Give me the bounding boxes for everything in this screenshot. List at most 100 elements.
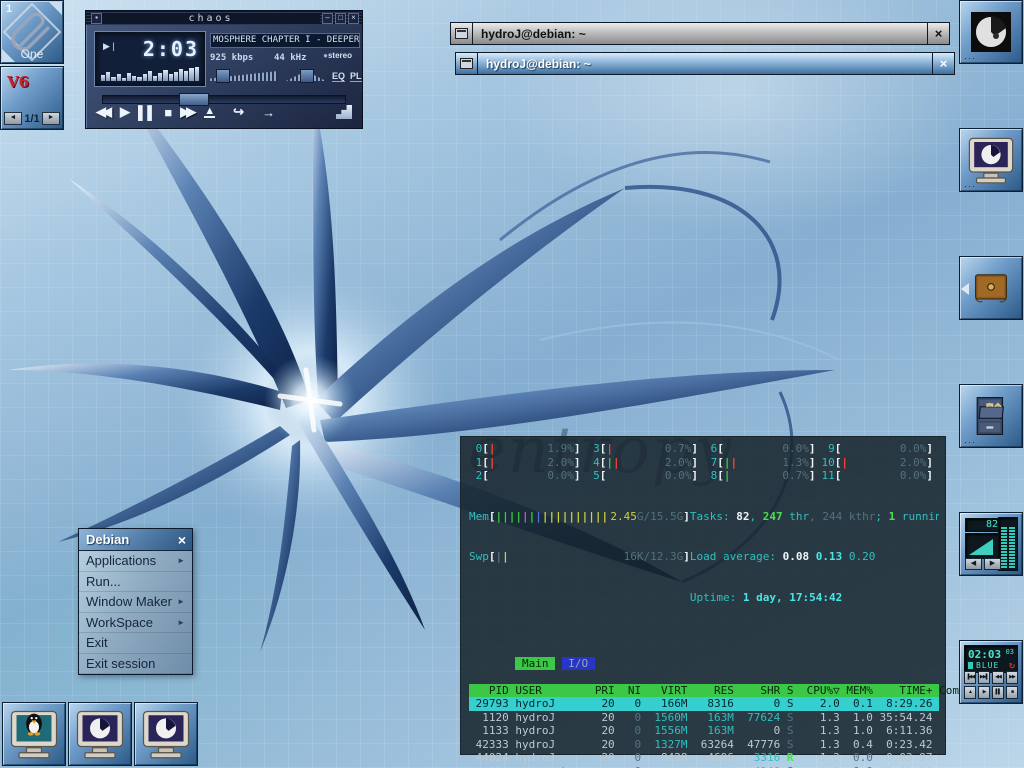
- xmms-shade-button[interactable]: □: [335, 13, 346, 24]
- eject-button[interactable]: ▲: [204, 106, 215, 118]
- cpu-meter: 1[|2.0%]: [469, 456, 587, 470]
- menu-item-exit[interactable]: Exit: [79, 633, 192, 654]
- terminal1-miniaturize-button[interactable]: [451, 23, 473, 44]
- text-run: |: [606, 442, 613, 455]
- menu-item-applications[interactable]: Applications►: [79, 551, 192, 572]
- text-run: [: [717, 456, 724, 470]
- pause-button[interactable]: ▌▌: [138, 105, 156, 120]
- cell: /usr/lib/xorg: [933, 711, 940, 725]
- tab-io[interactable]: I/O: [562, 657, 595, 670]
- clip-arrow-next[interactable]: [49, 2, 62, 15]
- cpu-percent: 0.0%: [893, 442, 926, 456]
- process-table-header[interactable]: PIDUSERPRINIVIRTRESSHRSCPU%▽MEM%TIME+Com…: [469, 684, 939, 698]
- mixer-next-channel-button[interactable]: ▶: [984, 558, 1001, 570]
- terminal2-miniaturize-button[interactable]: [456, 53, 478, 74]
- miniwindow-terminal-2[interactable]: [134, 702, 198, 766]
- process-row[interactable]: 29793hydroJ200166M83160S2.00.18:29.26wmu…: [469, 697, 939, 711]
- transport-controls: ◀◀ ▶ ▌▌ ■ ▶▶ ▲ ↪ →: [96, 102, 352, 122]
- cpu-id: 3: [587, 442, 600, 456]
- cell: 63264: [688, 738, 734, 752]
- next-button[interactable]: ▶▶: [180, 104, 196, 120]
- repeat-button[interactable]: →: [262, 105, 275, 120]
- htop-terminal-window[interactable]: 0[|1.9%]3[|0.7%]6[0.0%]9[0.0%]1[|2.0%]4[…: [460, 436, 946, 755]
- volume-knob[interactable]: [216, 69, 230, 83]
- text-run: |: [841, 456, 848, 469]
- previous-button[interactable]: ◀◀: [96, 104, 112, 120]
- winamp-mode-icon[interactable]: [336, 105, 352, 119]
- workspace-number: 1: [6, 3, 12, 15]
- menu-titlebar[interactable]: Debian ×: [79, 529, 192, 551]
- wmusic-play-button[interactable]: ▶: [978, 686, 990, 699]
- terminal2-close-button[interactable]: ×: [932, 53, 954, 74]
- drawer-collapse-arrow-icon[interactable]: [961, 283, 969, 295]
- terminal1-close-button[interactable]: ×: [927, 23, 949, 44]
- cell: 8316: [688, 697, 734, 711]
- cell: 8428: [641, 751, 687, 765]
- wmusic-prev-button[interactable]: ▐◀◀: [964, 671, 976, 684]
- mixer-prev-channel-button[interactable]: ◀: [965, 558, 982, 570]
- menu-item-exit-session[interactable]: Exit session: [79, 654, 192, 675]
- dock-tile-wmusic[interactable]: 02:03 03 BLUE ↻ ▐◀◀ ▶▶▌ ◀◀ ▶▶ ▲ ▶ ▌▌ ■: [959, 640, 1023, 704]
- track-title-marquee[interactable]: MOSPHERE CHAPTER I - DEEPER DRL: [210, 33, 360, 48]
- pager-next-button[interactable]: ►: [42, 112, 60, 125]
- process-row[interactable]: 42333hydroJ2001327M6326447776S1.30.40:23…: [469, 738, 939, 752]
- terminal-window-2[interactable]: hydroJ@debian: ~ ×: [455, 52, 955, 75]
- xmms-close-button[interactable]: ×: [348, 13, 359, 24]
- wmusic-rewind-button[interactable]: ◀◀: [992, 671, 1004, 684]
- dock-tile-wmaker[interactable]: ···: [959, 0, 1023, 64]
- mixer-volume-display[interactable]: [965, 533, 999, 559]
- wmusic-next-button[interactable]: ▶▶▌: [978, 671, 990, 684]
- miniwindow-terminal-1[interactable]: [68, 702, 132, 766]
- cell: /usr/bin/dbus: [933, 765, 940, 768]
- playlist-button[interactable]: PL: [350, 72, 362, 82]
- balance-knob[interactable]: [300, 69, 314, 83]
- xmms-player-window[interactable]: ▪ chaos – □ × ▶ | 2:03 MOSPHERE CHAPTER …: [85, 10, 363, 129]
- samplerate-label: 44 kHz: [274, 53, 307, 63]
- cell: 0.4: [840, 738, 873, 752]
- cell: hydroJ: [509, 711, 588, 725]
- stop-button[interactable]: ■: [164, 105, 172, 120]
- debian-root-menu[interactable]: Debian × Applications►Run...Window Maker…: [78, 528, 193, 675]
- cell: 44024: [469, 751, 509, 765]
- cpu-id: 8: [704, 469, 717, 483]
- menu-item-workspace[interactable]: WorkSpace►: [79, 613, 192, 634]
- wmusic-forward-button[interactable]: ▶▶: [1006, 671, 1018, 684]
- cell: 20: [588, 697, 614, 711]
- process-row[interactable]: 1133hydroJ2001556M163M0S1.31.06:11.36/us…: [469, 724, 939, 738]
- process-row[interactable]: 44024hydroJ200842846963316R1.30.00:03.97…: [469, 751, 939, 765]
- dock-tile-file-cabinet[interactable]: ···: [959, 384, 1023, 448]
- process-row[interactable]: 860messagebus200938860084140S0.70.011:01…: [469, 765, 939, 768]
- process-row[interactable]: 1120hydroJ2001560M163M77624S1.31.035:54.…: [469, 711, 939, 725]
- terminal-window-1[interactable]: hydroJ@debian: ~ ×: [450, 22, 950, 45]
- wmusic-pause-button[interactable]: ▌▌: [992, 686, 1004, 699]
- text-run: 0.13: [816, 550, 849, 564]
- cell: 4696: [688, 751, 734, 765]
- text-run: |: [535, 510, 542, 523]
- pager-dockapp[interactable]: V6 ◄ 1/1 ►: [0, 66, 64, 130]
- workspace-clip[interactable]: 1 One: [0, 0, 64, 64]
- menu-close-icon[interactable]: ×: [172, 532, 192, 548]
- xmms-menu-button[interactable]: ▪: [91, 13, 102, 24]
- cell: 860: [469, 765, 509, 768]
- cell: 1560M: [641, 711, 687, 725]
- shuffle-button[interactable]: ↪: [233, 104, 244, 120]
- xmms-lcd-panel: ▶ | 2:03: [94, 31, 206, 87]
- wmusic-stop-button[interactable]: ■: [1006, 686, 1018, 699]
- miniwindow-terminal-tux[interactable]: [2, 702, 66, 766]
- xmms-minimize-button[interactable]: –: [322, 13, 333, 24]
- play-button[interactable]: ▶: [120, 104, 130, 120]
- spectrum-bar: [132, 76, 136, 81]
- wmusic-eject-button[interactable]: ▲: [964, 686, 976, 699]
- submenu-arrow-icon: ►: [177, 597, 185, 606]
- dock-tile-terminal[interactable]: ···: [959, 128, 1023, 192]
- menu-item-run[interactable]: Run...: [79, 572, 192, 593]
- cell: 166M: [641, 697, 687, 711]
- xmms-titlebar[interactable]: ▪ chaos – □ ×: [86, 11, 362, 25]
- equalizer-button[interactable]: EQ: [332, 72, 345, 82]
- wmusic-track-title: BLUE: [976, 661, 999, 670]
- pager-prev-button[interactable]: ◄: [4, 112, 22, 125]
- menu-item-window-maker[interactable]: Window Maker►: [79, 592, 192, 613]
- dock-tile-mixer[interactable]: 82 ◀ ▶: [959, 512, 1023, 576]
- tab-main[interactable]: Main: [515, 657, 555, 670]
- dock-tile-drawer[interactable]: [959, 256, 1023, 320]
